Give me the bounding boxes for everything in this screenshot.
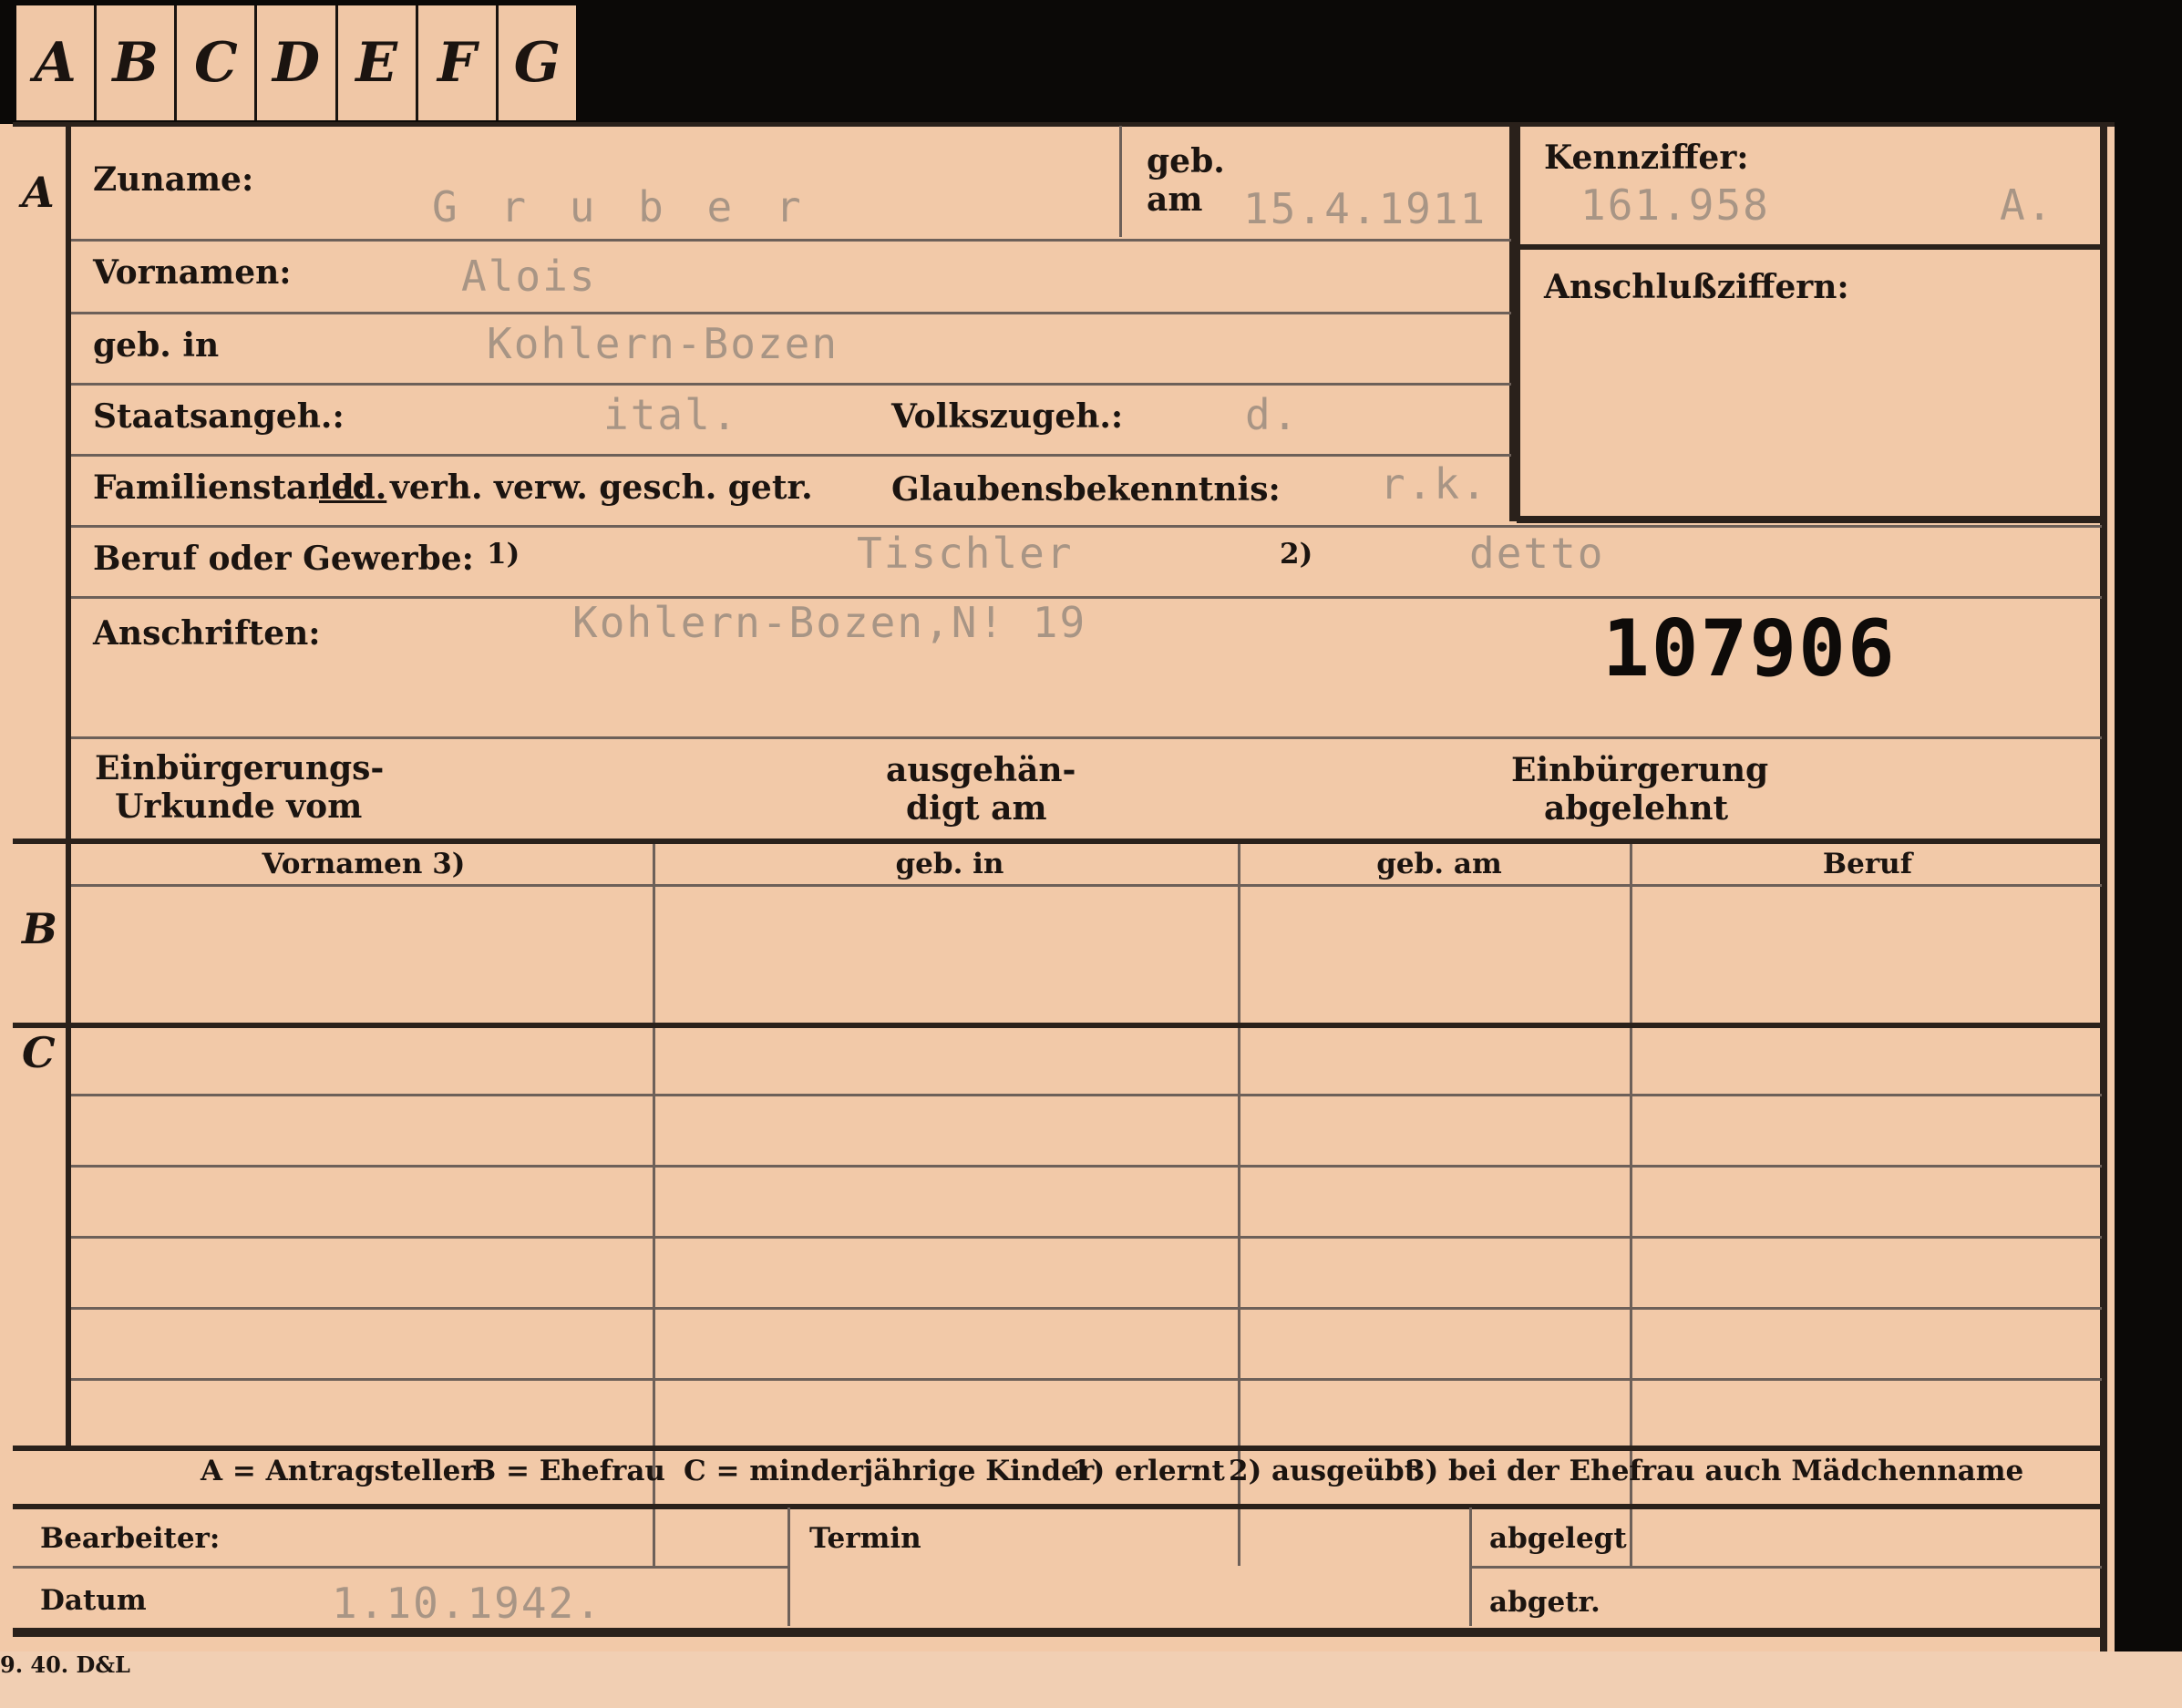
tab-c: C: [177, 5, 258, 120]
legend-a: A = Antragsteller: [201, 1455, 476, 1487]
beruf-erlernt-value: Tischler: [857, 529, 1074, 578]
legend-top-rule: [13, 1446, 2107, 1451]
kennziffer-box-divider: [1517, 244, 2102, 250]
section-column-divider: [66, 122, 71, 1449]
abgelegt-label: abgelegt: [1489, 1522, 1627, 1555]
kennziffer-suffix: A.: [2000, 180, 2054, 230]
ausgehaendigt-label-2: digt am: [906, 789, 1047, 828]
volkszugeh-value: d.: [1245, 390, 1300, 439]
tab-a: A: [16, 5, 98, 120]
table-row-rule-2: [71, 1165, 2102, 1168]
vornamen-label: Vornamen:: [93, 253, 292, 292]
stamp-number: 107906: [1602, 603, 1897, 695]
zuname-label: Zuname:: [93, 160, 254, 199]
section-b-top-rule: [13, 839, 2107, 844]
bearbeiter-label: Bearbeiter:: [40, 1522, 221, 1555]
beruf-ausgeuebt-value: detto: [1469, 529, 1605, 578]
ausgehaendigt-label-1: ausgehän-: [886, 751, 1076, 789]
tab-g: G: [513, 31, 561, 95]
termin-label: Termin: [809, 1522, 921, 1555]
anschlussziffern-label: Anschlußziffern:: [1544, 268, 1849, 306]
table-header-geb-in: geb. in: [895, 848, 1004, 880]
kennziffer-label: Kennziffer:: [1544, 139, 1749, 177]
geb-label: geb.: [1147, 142, 1225, 180]
footer-top-rule: [13, 1504, 2107, 1509]
tab-b: B: [97, 5, 178, 120]
printer-mark: 9. 40. D&L: [0, 1651, 130, 1678]
legend-b: B = Ehefrau: [472, 1455, 665, 1487]
legend-footnote-2: 2) ausgeübt: [1229, 1455, 1418, 1487]
abgetr-label: abgetr.: [1489, 1586, 1600, 1619]
registration-card: A B C Zuname: G r u b e r geb. am 15.4.1…: [13, 122, 2115, 1651]
familienstand-option-ledig: led.: [319, 468, 387, 507]
legend-footnote-3: 3) bei der Ehefrau auch Mädchenname: [1405, 1455, 2024, 1487]
einbuergerung-abgelehnt-label-1: Einbürgerung: [1511, 751, 1769, 789]
legend-footnote-1: 1) erlernt: [1072, 1455, 1225, 1487]
rule-2: [71, 312, 1511, 314]
geb-in-label: geb. in: [93, 326, 220, 365]
staatsangeh-label: Staatsangeh.:: [93, 397, 345, 436]
staatsangeh-value: ital.: [603, 390, 739, 439]
table-header-rule: [71, 884, 2102, 887]
scan-background-right: [2113, 0, 2182, 1708]
einbuergerung-abgelehnt-label-2: abgelehnt: [1544, 789, 1729, 828]
card-bottom-rule: [13, 1628, 2107, 1637]
kennziffer-box-bottom: [1517, 516, 2102, 523]
tab-f: F: [418, 5, 499, 120]
section-c-label: C: [22, 1028, 56, 1077]
table-row-rule-3: [71, 1236, 2102, 1239]
tab-d: D: [257, 5, 338, 120]
geb-in-value: Kohlern-Bozen: [487, 319, 839, 368]
card-bottom-strip: [0, 1651, 2182, 1708]
section-c-top-rule: [13, 1023, 2107, 1028]
letter-tabs: A B C D E F G: [16, 5, 576, 120]
glaubensbekenntnis-label: Glaubensbekenntnis:: [891, 470, 1281, 509]
table-header-vornamen: Vornamen 3): [262, 848, 466, 880]
zuname-value: G r u b e r: [432, 182, 810, 232]
beruf-label: Beruf oder Gewerbe:: [93, 540, 474, 578]
datum-value: 1.10.1942.: [332, 1579, 602, 1628]
geb-am-value: 15.4.1911: [1243, 184, 1487, 233]
kennziffer-box-left: [1509, 122, 1520, 521]
frame-top: [13, 122, 2115, 127]
footer-rule-right: [1471, 1566, 2102, 1569]
volkszugeh-label: Volkszugeh.:: [891, 397, 1124, 436]
legend-c: C = minderjährige Kinder: [684, 1455, 1095, 1487]
section-b-label: B: [22, 904, 57, 953]
anschriften-value: Kohlern-Bozen,N! 19: [572, 598, 1087, 647]
kennziffer-value: 161.958: [1580, 180, 1770, 230]
rule-4: [71, 454, 1511, 457]
am-label: am: [1147, 180, 1203, 219]
table-header-geb-am: geb. am: [1376, 848, 1502, 880]
anschriften-label: Anschriften:: [93, 614, 321, 653]
rule-1: [71, 239, 1511, 242]
frame-right: [2100, 122, 2107, 1651]
tab-e: E: [338, 5, 418, 120]
einbuergerung-urkunde-label-2: Urkunde vom: [115, 787, 363, 826]
einbuergerung-urkunde-label-1: Einbürgerungs-: [95, 749, 385, 787]
datum-label: Datum: [40, 1584, 147, 1617]
table-row-rule-1: [71, 1094, 2102, 1096]
footer-rule-left: [13, 1566, 789, 1569]
beruf-footnote-2: 2): [1280, 538, 1313, 571]
glaubensbekenntnis-value: r.k.: [1380, 459, 1488, 509]
rule-3: [71, 383, 1511, 386]
table-row-rule-5: [71, 1378, 2102, 1381]
table-header-beruf: Beruf: [1822, 848, 1913, 880]
familienstand-options: verh. verw. gesch. getr.: [390, 468, 813, 507]
rule-7: [71, 736, 2102, 739]
rule-5: [71, 525, 2102, 528]
table-row-rule-4: [71, 1307, 2102, 1310]
section-a-label: A: [22, 168, 55, 217]
vornamen-value: Alois: [461, 252, 597, 301]
beruf-footnote-1: 1): [487, 538, 520, 571]
geb-divider: [1119, 126, 1122, 237]
